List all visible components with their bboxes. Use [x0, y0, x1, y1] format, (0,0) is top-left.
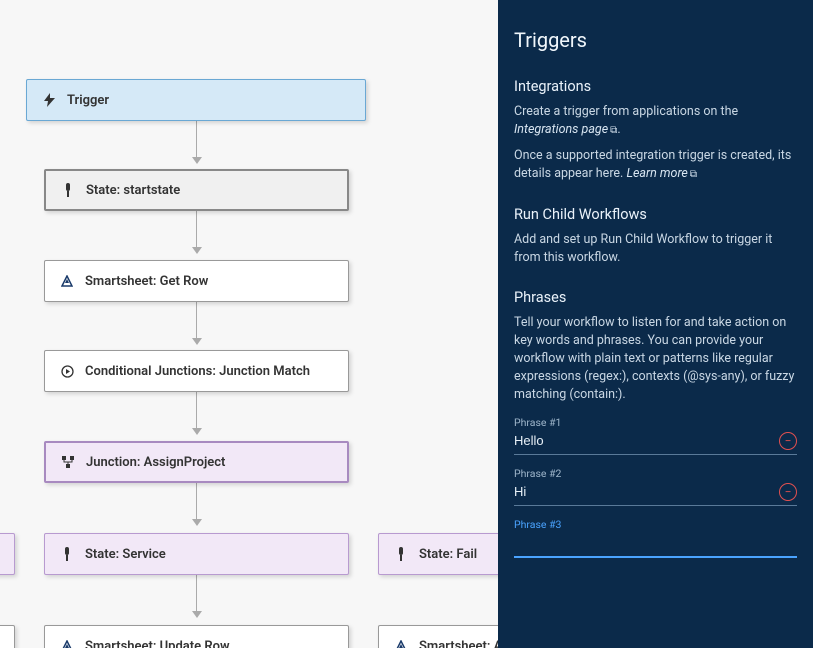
node-label: Smartsheet: Get Row [85, 274, 208, 289]
sidebar-title: Triggers [514, 28, 797, 52]
text: Create a trigger from applications on th… [514, 104, 738, 119]
node-label: Conditional Junctions: Junction Match [85, 364, 310, 379]
smartsheet-icon [59, 273, 75, 289]
phrase-input-3[interactable] [514, 533, 797, 552]
connector [196, 392, 197, 428]
external-link-icon: ⧉ [690, 168, 697, 183]
phrase-label: Phrase #2 [514, 467, 797, 480]
node-smartsheet-addrow[interactable]: Smartsheet: Add [378, 625, 498, 648]
link-text: Learn more [626, 166, 687, 181]
phrase-input-2[interactable] [514, 482, 773, 501]
node-smartsheet-updaterow[interactable]: Smartsheet: Update Row [44, 625, 349, 648]
node-label: Smartsheet: Add [419, 639, 498, 648]
smartsheet-icon [393, 638, 409, 648]
node-trigger[interactable]: Trigger [26, 79, 366, 121]
integrations-desc-2: Once a supported integration trigger is … [514, 147, 797, 183]
phrase-input-1[interactable] [514, 431, 773, 450]
node-conditional-junction[interactable]: Conditional Junctions: Junction Match [44, 350, 349, 392]
smartsheet-icon [59, 638, 75, 648]
node-smartsheet-getrow[interactable]: Smartsheet: Get Row [44, 260, 349, 302]
phrase-field-2: Phrase #2 − [514, 467, 797, 506]
phrase-label: Phrase #1 [514, 416, 797, 429]
node-label: Trigger [67, 93, 109, 108]
lightning-icon [41, 92, 57, 108]
state-icon [60, 182, 76, 198]
state-icon [393, 546, 409, 562]
node-partial-left[interactable] [0, 533, 15, 575]
connector [196, 211, 197, 247]
node-label: Junction: AssignProject [86, 455, 225, 470]
play-circle-icon [59, 363, 75, 379]
runchild-desc: Add and set up Run Child Workflow to tri… [514, 231, 797, 267]
junction-icon [60, 454, 76, 470]
connector [196, 121, 197, 157]
node-label: Smartsheet: Update Row [85, 639, 230, 648]
arrow-head-icon [192, 247, 202, 254]
phrase-field-3: Phrase #3 [514, 518, 797, 558]
node-label: State: startstate [86, 183, 180, 198]
arrow-head-icon [192, 428, 202, 435]
node-label: State: Service [85, 547, 166, 562]
node-partial-left-2[interactable] [0, 625, 15, 648]
connector [196, 302, 197, 338]
remove-phrase-button[interactable]: − [779, 432, 797, 450]
arrow-head-icon [192, 157, 202, 164]
integrations-heading: Integrations [514, 78, 797, 95]
arrow-head-icon [192, 519, 202, 526]
sidebar-panel: Triggers Integrations Create a trigger f… [498, 0, 813, 648]
phrase-label: Phrase #3 [514, 518, 797, 531]
connector [196, 575, 197, 611]
integrations-desc-1: Create a trigger from applications on th… [514, 103, 797, 139]
state-icon [59, 546, 75, 562]
node-state-service[interactable]: State: Service [44, 533, 349, 575]
arrow-head-icon [192, 611, 202, 618]
learn-more-link[interactable]: Learn more⧉ [626, 166, 697, 181]
integrations-page-link[interactable]: Integrations page⧉ [514, 122, 617, 137]
external-link-icon: ⧉ [610, 124, 617, 139]
workflow-canvas[interactable]: Trigger State: startstate Smartsheet: Ge… [0, 0, 498, 648]
node-state-fail[interactable]: State: Fail [378, 533, 498, 575]
node-label: State: Fail [419, 547, 477, 562]
node-junction-assignproject[interactable]: Junction: AssignProject [44, 441, 349, 483]
phrases-heading: Phrases [514, 289, 797, 306]
remove-phrase-button[interactable]: − [779, 483, 797, 501]
connector [196, 483, 197, 519]
arrow-head-icon [192, 338, 202, 345]
link-text: Integrations page [514, 122, 608, 137]
runchild-heading: Run Child Workflows [514, 206, 797, 223]
phrases-desc: Tell your workflow to listen for and tak… [514, 314, 797, 405]
phrase-field-1: Phrase #1 − [514, 416, 797, 455]
node-state-startstate[interactable]: State: startstate [44, 169, 349, 211]
